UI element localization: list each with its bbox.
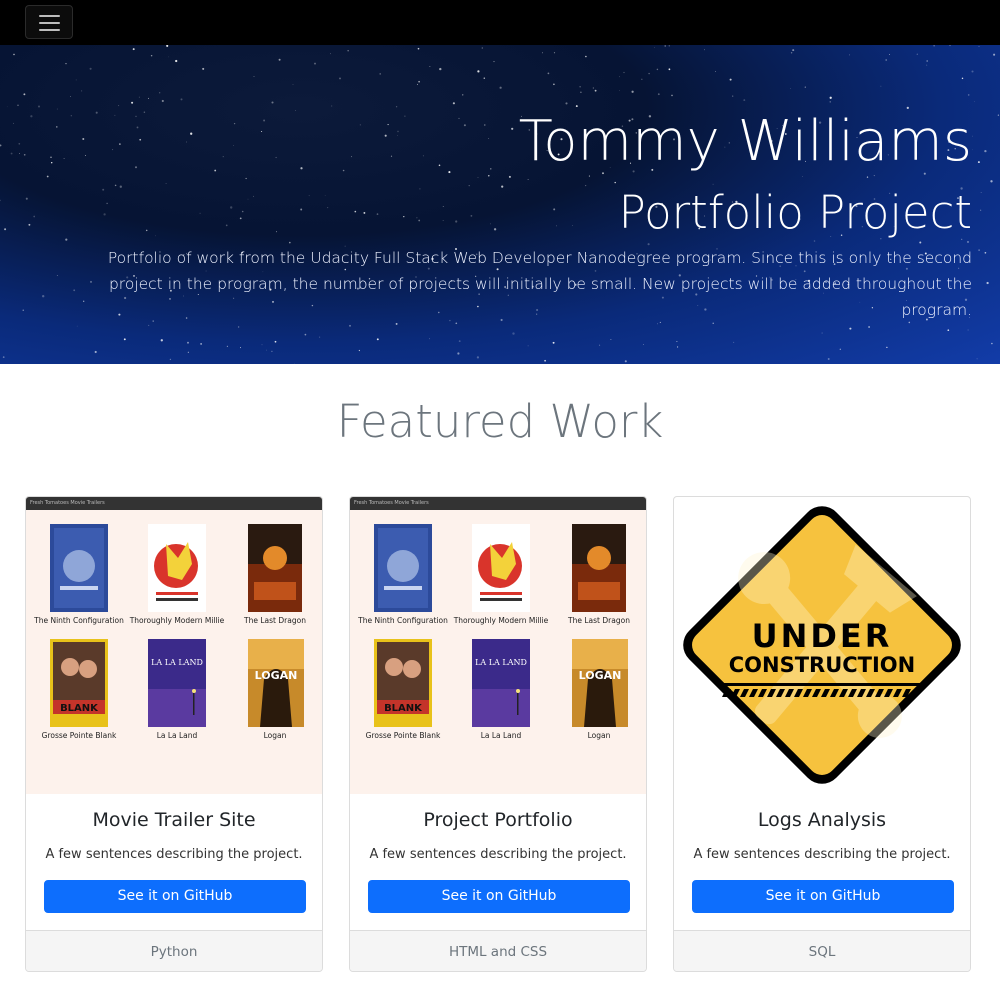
- poster-ninth-configuration: [374, 524, 432, 612]
- poster-grosse-pointe-blank: BLANK: [374, 639, 432, 727]
- hamburger-icon: [39, 15, 60, 17]
- movie-title: Grosse Pointe Blank: [41, 731, 117, 740]
- project-card-portfolio: Fresh Tomatoes Movie Trailers The Ninth …: [349, 496, 647, 972]
- movie-title: Thoroughly Modern Millie: [453, 616, 549, 625]
- card-description: A few sentences describing the project.: [369, 847, 627, 862]
- poster-text: LOGAN: [579, 669, 622, 682]
- card-image: Fresh Tomatoes Movie Trailers The Ninth …: [350, 497, 646, 794]
- hero-title: Tommy Williams: [518, 109, 972, 174]
- card-description: A few sentences describing the project.: [45, 847, 303, 862]
- hero-banner: Tommy Williams Portfolio Project Portfol…: [0, 45, 1000, 364]
- github-button[interactable]: See it on GitHub: [692, 880, 954, 913]
- movie-title: The Ninth Configuration: [358, 616, 448, 625]
- card-footer-tech: HTML and CSS: [350, 930, 646, 971]
- card-image: UNDER CONSTRUCTION: [674, 497, 970, 794]
- card-title: Project Portfolio: [423, 809, 573, 831]
- github-button[interactable]: See it on GitHub: [368, 880, 630, 913]
- mini-site-header: Fresh Tomatoes Movie Trailers: [350, 497, 646, 510]
- movie-title: Logan: [263, 731, 287, 740]
- poster-thoroughly-modern-millie: [472, 524, 530, 612]
- navbar-toggle-button[interactable]: [25, 5, 73, 39]
- featured-work-heading: Featured Work: [336, 395, 664, 448]
- poster-text: LA LA LAND: [475, 658, 527, 667]
- movie-title: Grosse Pointe Blank: [365, 731, 441, 740]
- poster-text: BLANK: [384, 703, 423, 714]
- sign-text-under: UNDER: [752, 617, 893, 655]
- hero-subtitle: Portfolio Project: [618, 186, 972, 239]
- card-title: Logs Analysis: [757, 809, 887, 831]
- hero-description: Portfolio of work from the Udacity Full …: [107, 249, 972, 319]
- poster-logan: LOGAN: [572, 639, 628, 727]
- poster-text: BLANK: [60, 703, 99, 714]
- github-button[interactable]: See it on GitHub: [44, 880, 306, 913]
- project-card-logs-analysis: UNDER CONSTRUCTION Logs Analysis A few s…: [673, 496, 971, 972]
- movie-title: La La Land: [156, 731, 198, 740]
- movie-title: The Last Dragon: [568, 616, 630, 625]
- card-image: Fresh Tomatoes Movie Trailers The Ninth …: [26, 497, 322, 794]
- card-description: A few sentences describing the project.: [693, 847, 951, 862]
- poster-la-la-land: LA LA LAND: [148, 639, 206, 727]
- sign-text-construction: CONSTRUCTION: [729, 653, 916, 677]
- poster-grosse-pointe-blank: BLANK: [50, 639, 108, 727]
- poster-logan: LOGAN: [248, 639, 304, 727]
- mini-site-header: Fresh Tomatoes Movie Trailers: [26, 497, 322, 510]
- poster-last-dragon: [248, 524, 302, 612]
- movie-title: Thoroughly Modern Millie: [129, 616, 225, 625]
- card-footer-tech: Python: [26, 930, 322, 971]
- poster-text: LOGAN: [255, 669, 298, 682]
- movie-title: The Last Dragon: [244, 616, 306, 625]
- movie-title: Logan: [587, 731, 611, 740]
- movie-title: The Ninth Configuration: [34, 616, 124, 625]
- under-construction-sign: UNDER CONSTRUCTION: [683, 506, 961, 784]
- poster-text: LA LA LAND: [151, 658, 203, 667]
- movie-title: La La Land: [480, 731, 522, 740]
- card-title: Movie Trailer Site: [92, 809, 256, 831]
- movie-site-screenshot: Fresh Tomatoes Movie Trailers The Ninth …: [350, 497, 646, 794]
- poster-thoroughly-modern-millie: [148, 524, 206, 612]
- navbar: [0, 0, 1000, 45]
- poster-la-la-land: LA LA LAND: [472, 639, 530, 727]
- poster-last-dragon: [572, 524, 626, 612]
- card-footer-tech: SQL: [674, 930, 970, 971]
- movie-site-screenshot: Fresh Tomatoes Movie Trailers The Ninth …: [26, 497, 322, 794]
- poster-ninth-configuration: [50, 524, 108, 612]
- project-card-movie-trailer: Fresh Tomatoes Movie Trailers The Ninth …: [25, 496, 323, 972]
